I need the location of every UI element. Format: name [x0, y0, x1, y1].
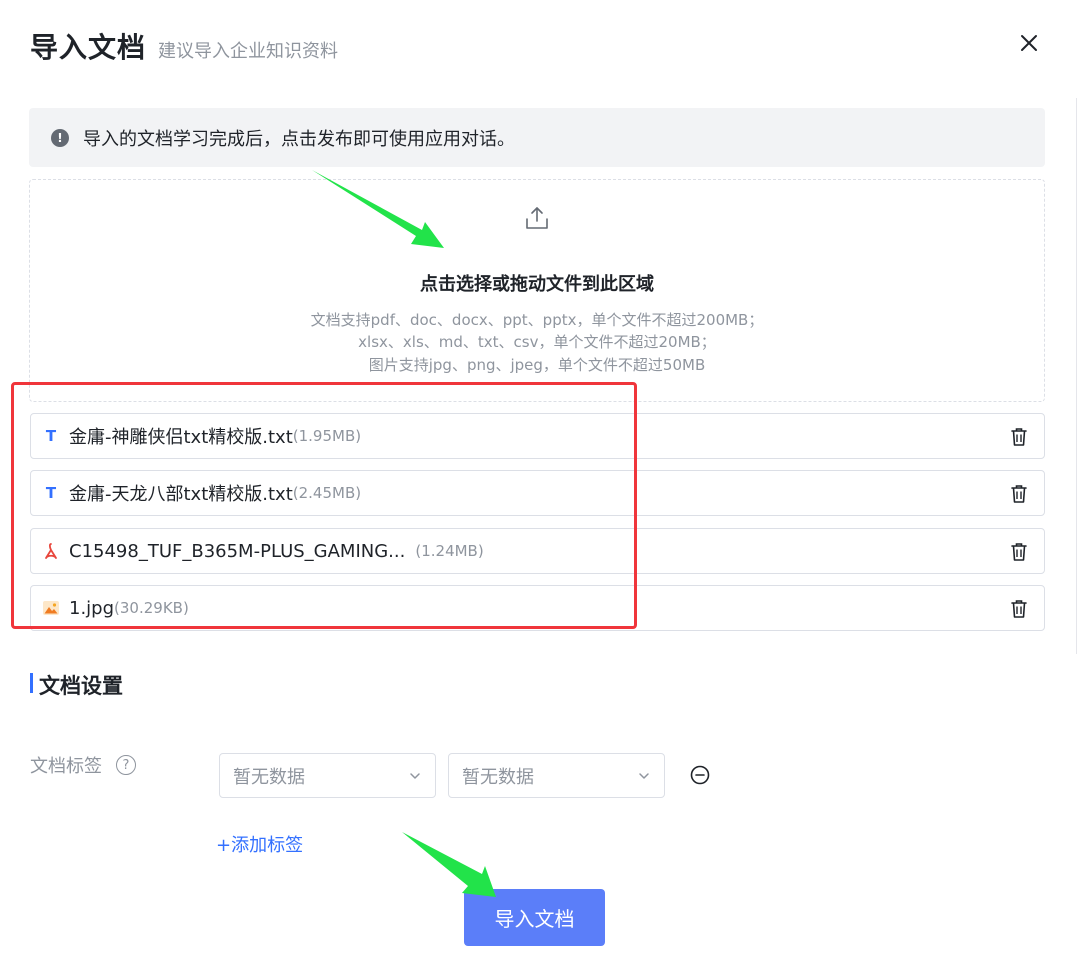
import-document-button[interactable]: 导入文档 — [464, 889, 605, 946]
trash-icon[interactable] — [1010, 542, 1028, 562]
notice-banner: ! 导入的文档学习完成后，点击发布即可使用应用对话。 — [29, 108, 1045, 167]
dropzone-hint: 图片支持jpg、png、jpeg，单个文件不超过50MB — [368, 356, 706, 374]
help-icon[interactable]: ? — [116, 755, 136, 775]
arrow-annotation-submit — [402, 832, 496, 897]
add-tag-link[interactable]: +添加标签 — [216, 831, 303, 857]
tag-select-1[interactable]: 暂无数据 — [219, 753, 436, 798]
upload-icon — [526, 207, 548, 229]
info-icon: ! — [51, 128, 69, 147]
dialog-title: 导入文档 — [30, 31, 147, 64]
chevron-down-icon — [410, 773, 420, 779]
tag-label-text: 文档标签 — [30, 756, 102, 777]
highlight-annotation-box — [11, 382, 637, 629]
chevron-down-icon — [639, 773, 649, 779]
trash-icon[interactable] — [1010, 599, 1028, 619]
minus-circle-icon[interactable] — [690, 765, 710, 785]
tag-select-2[interactable]: 暂无数据 — [448, 753, 665, 798]
panel-divider — [1076, 98, 1077, 654]
dialog-header: 导入文档 建议导入企业知识资料 — [30, 26, 338, 66]
section-accent-bar — [30, 673, 33, 693]
select-placeholder: 暂无数据 — [462, 766, 534, 788]
trash-icon[interactable] — [1010, 427, 1028, 447]
dialog-subtitle: 建议导入企业知识资料 — [158, 41, 339, 62]
close-icon[interactable] — [1018, 32, 1040, 54]
select-placeholder: 暂无数据 — [233, 766, 305, 788]
trash-icon[interactable] — [1010, 484, 1028, 504]
dropzone-hint: xlsx、xls、md、txt、csv，单个文件不超过20MB； — [358, 333, 716, 351]
dropzone-title: 点击选择或拖动文件到此区域 — [420, 274, 654, 295]
section-title: 文档设置 — [39, 674, 123, 698]
tag-field-label: 文档标签 ? — [30, 752, 136, 778]
notice-text: 导入的文档学习完成后，点击发布即可使用应用对话。 — [83, 128, 515, 150]
dropzone-hint: 文档支持pdf、doc、docx、ppt、pptx，单个文件不超过200MB； — [310, 311, 764, 329]
